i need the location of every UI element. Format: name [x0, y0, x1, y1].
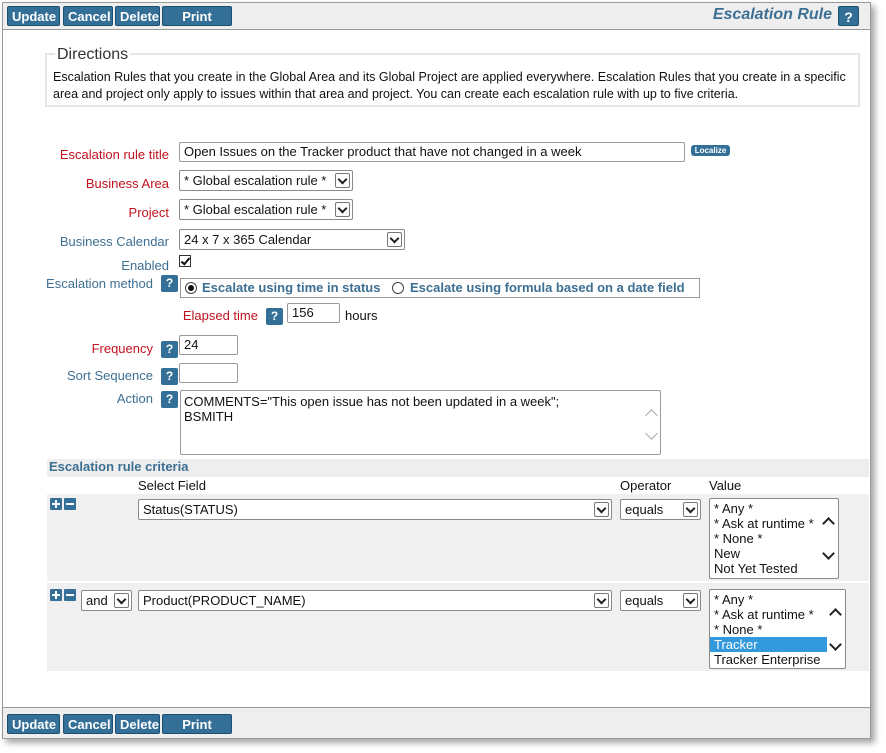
directions-title: Directions — [55, 46, 131, 64]
method-formula-radio[interactable] — [392, 282, 404, 294]
help-icon[interactable]: ? — [266, 308, 283, 325]
list-item[interactable]: * Any * — [710, 501, 838, 516]
project-label: Project — [128, 205, 169, 220]
action-label: Action — [116, 391, 153, 406]
top-toolbar: Update Cancel Delete Print Page Escalati… — [3, 3, 870, 44]
criteria-operator-select-2[interactable]: equals — [620, 590, 701, 611]
action-line-1: COMMENTS="This open issue has not been u… — [184, 394, 560, 409]
list-item[interactable]: * None * — [710, 531, 838, 546]
page-title: Escalation Rule — [712, 6, 832, 23]
enabled-label: Enabled — [121, 258, 169, 273]
list-item[interactable]: Not Yet Tested — [710, 561, 838, 576]
title-label: Escalation rule title — [59, 147, 169, 162]
criteria-field-select-1[interactable]: Status(STATUS) — [138, 499, 612, 520]
business-area-label: Business Area — [85, 176, 169, 191]
business-area-select[interactable]: * Global escalation rule * — [179, 170, 353, 191]
directions-text: Escalation Rules that you create in the … — [53, 70, 846, 101]
chevron-down-icon — [683, 593, 698, 608]
criteria-conjunction-value-2: and — [86, 593, 108, 608]
remove-criteria-icon[interactable] — [64, 589, 76, 601]
chevron-down-icon — [594, 502, 609, 517]
method-radio-group: Escalate using time in status Escalate u… — [180, 278, 700, 298]
bottom-toolbar: Update Cancel Delete Print Page — [3, 707, 870, 738]
criteria-value-listbox-1[interactable]: * Any * * Ask at runtime * * None * New … — [709, 498, 839, 579]
chevron-down-icon — [335, 202, 350, 217]
elapsed-time-label: Elapsed time — [182, 308, 258, 323]
help-icon[interactable]: ? — [161, 391, 178, 408]
cancel-button[interactable]: Cancel — [63, 714, 113, 734]
project-value: * Global escalation rule * — [184, 202, 327, 217]
project-select[interactable]: * Global escalation rule * — [179, 199, 353, 220]
delete-button[interactable]: Delete — [115, 714, 160, 734]
criteria-field-value-2: Product(PRODUCT_NAME) — [143, 593, 306, 608]
chevron-down-icon — [335, 173, 350, 188]
cancel-button[interactable]: Cancel — [63, 6, 113, 26]
criteria-heading: Escalation rule criteria — [47, 459, 869, 477]
localize-button[interactable]: Localize — [691, 145, 730, 156]
chevron-down-icon — [114, 593, 129, 608]
add-criteria-icon[interactable] — [50, 589, 62, 601]
frequency-input[interactable]: 24 — [179, 335, 238, 355]
frequency-label: Frequency — [91, 341, 153, 356]
list-item[interactable]: * None * — [710, 622, 845, 637]
criteria-operator-value-2: equals — [625, 593, 664, 608]
list-item-selected[interactable]: Tracker — [710, 637, 827, 652]
column-header-value: Value — [709, 478, 742, 493]
chevron-down-icon — [594, 593, 609, 608]
print-page-button[interactable]: Print Page — [162, 714, 232, 738]
help-icon[interactable]: ? — [161, 368, 178, 385]
print-page-button[interactable]: Print Page — [162, 6, 232, 44]
add-criteria-icon[interactable] — [50, 498, 62, 510]
criteria-conjunction-select-2[interactable]: and — [81, 590, 132, 611]
column-header-field: Select Field — [138, 478, 206, 493]
list-item[interactable]: * Ask at runtime * — [710, 516, 838, 531]
help-icon[interactable]: ? — [161, 275, 178, 292]
calendar-label: Business Calendar — [59, 234, 169, 249]
method-time-in-status-label[interactable]: Escalate using time in status — [202, 280, 380, 295]
elapsed-time-input[interactable]: 156 — [287, 303, 340, 323]
update-button[interactable]: Update — [7, 714, 60, 734]
action-line-2: BSMITH — [184, 409, 234, 424]
scroll-down-icon[interactable] — [645, 427, 658, 440]
method-time-in-status-radio[interactable] — [185, 282, 197, 294]
chevron-down-icon — [387, 232, 402, 247]
column-header-operator: Operator — [620, 478, 672, 493]
criteria-field-select-2[interactable]: Product(PRODUCT_NAME) — [138, 590, 612, 611]
method-label: Escalation method — [46, 276, 153, 291]
business-area-value: * Global escalation rule * — [184, 173, 327, 188]
list-item[interactable]: * Any * — [710, 592, 845, 607]
criteria-operator-value-1: equals — [625, 502, 664, 517]
calendar-value: 24 x 7 x 365 Calendar — [184, 232, 312, 247]
method-formula-label[interactable]: Escalate using formula based on a date f… — [410, 280, 685, 295]
criteria-value-listbox-2[interactable]: * Any * * Ask at runtime * * None * Trac… — [709, 589, 846, 669]
list-item[interactable]: Tracker Enterprise — [710, 652, 845, 667]
sort-sequence-label: Sort Sequence — [66, 368, 153, 383]
elapsed-unit: hours — [345, 308, 378, 323]
sort-sequence-input[interactable] — [179, 363, 238, 383]
help-icon[interactable]: ? — [838, 6, 859, 26]
calendar-select[interactable]: 24 x 7 x 365 Calendar — [179, 229, 405, 250]
action-textarea[interactable]: COMMENTS="This open issue has not been u… — [180, 390, 661, 455]
help-icon[interactable]: ? — [161, 341, 178, 358]
update-button[interactable]: Update — [7, 6, 60, 26]
scroll-down-icon[interactable] — [829, 638, 842, 651]
delete-button[interactable]: Delete — [115, 6, 160, 26]
criteria-field-value-1: Status(STATUS) — [143, 502, 238, 517]
chevron-down-icon — [683, 502, 698, 517]
title-input[interactable]: Open Issues on the Tracker product that … — [179, 142, 685, 162]
list-item[interactable]: New — [710, 546, 838, 561]
remove-criteria-icon[interactable] — [64, 498, 76, 510]
escalation-rule-window: Update Cancel Delete Print Page Escalati… — [2, 2, 871, 739]
list-item[interactable]: * Ask at runtime * — [710, 607, 845, 622]
enabled-checkbox[interactable] — [179, 255, 191, 267]
criteria-operator-select-1[interactable]: equals — [620, 499, 701, 520]
